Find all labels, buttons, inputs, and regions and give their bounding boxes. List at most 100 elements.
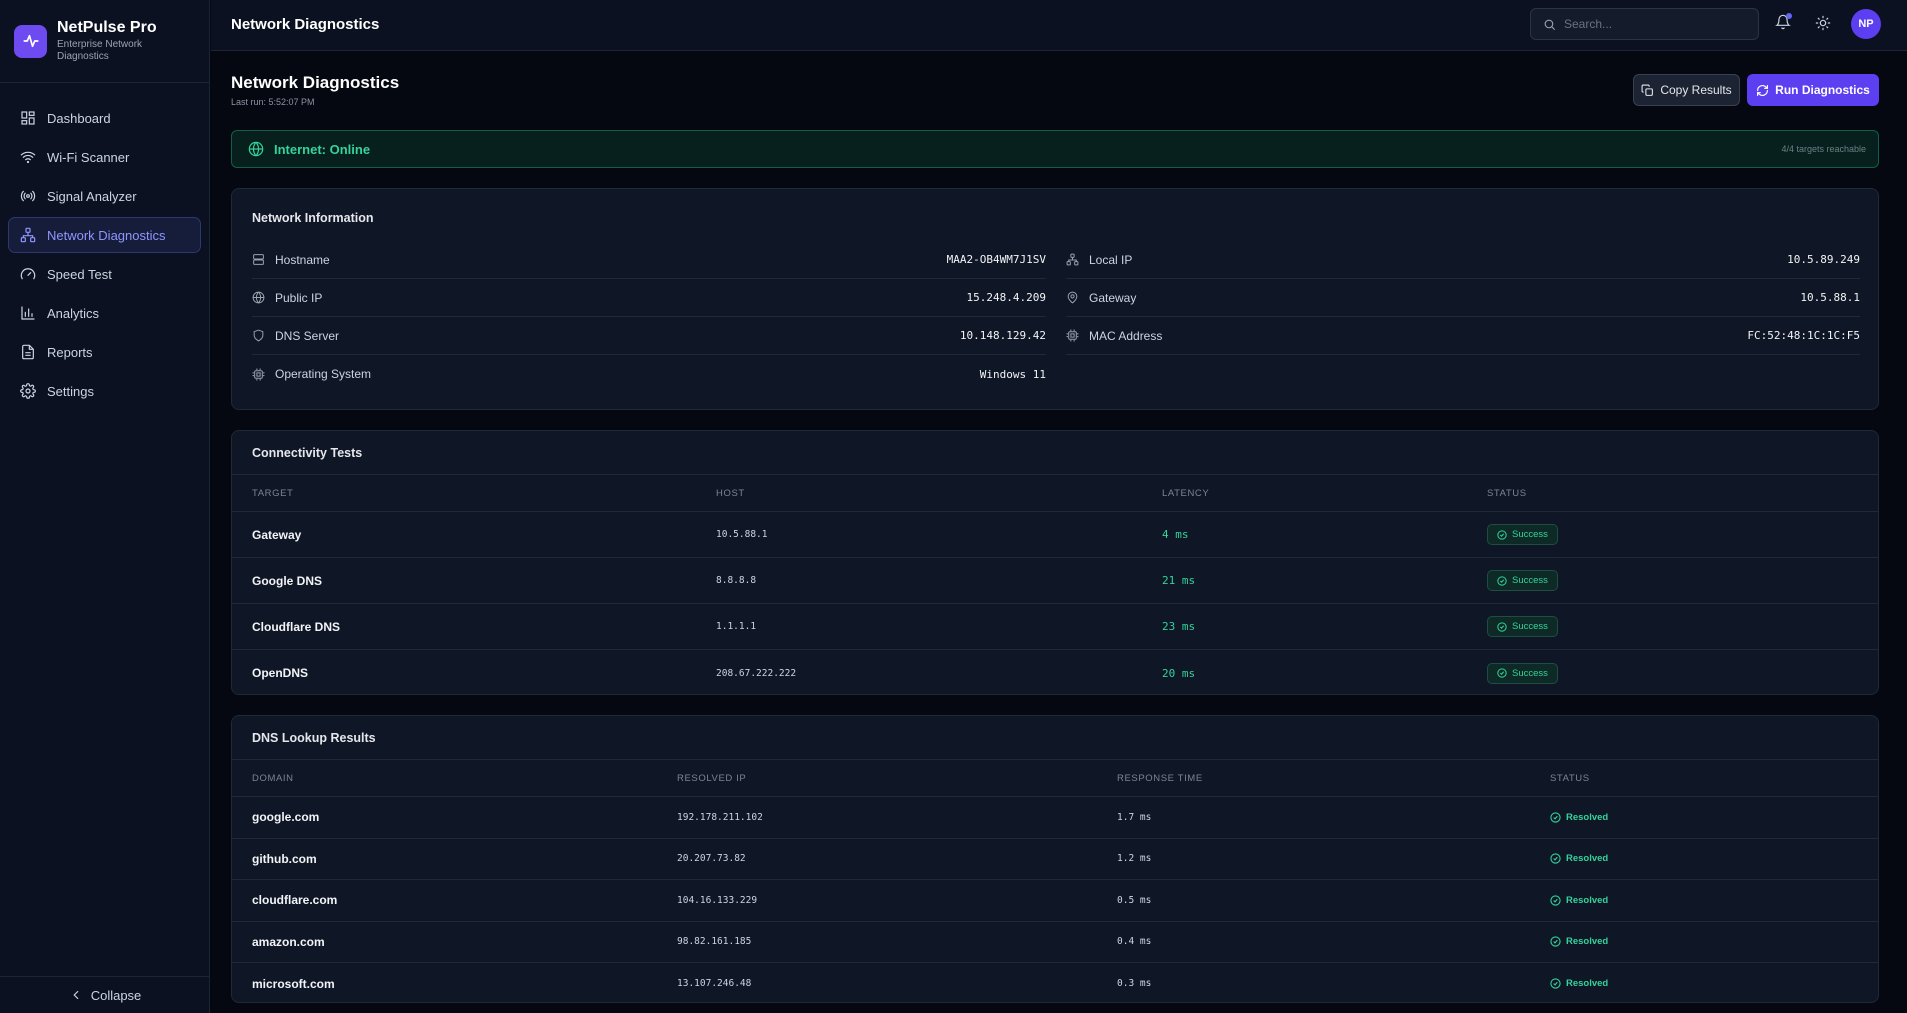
cpu-icon [252, 368, 265, 380]
sidebar-item-analytics[interactable]: Analytics [8, 295, 201, 331]
status-badge: Success [1487, 570, 1558, 591]
search-box[interactable] [1530, 8, 1759, 40]
wifi-icon [20, 151, 36, 164]
resolved-ip-cell: 192.178.211.102 [677, 811, 763, 823]
globe-icon [248, 141, 264, 157]
column-header: RESPONSE TIME [1117, 772, 1203, 784]
page-title: Network Diagnostics [231, 73, 400, 92]
avatar[interactable]: NP [1851, 9, 1881, 39]
internet-status-text: Internet: Online [274, 141, 371, 157]
sidebar-item-dashboard[interactable]: Dashboard [8, 100, 201, 136]
sidebar-item-settings[interactable]: Settings [8, 373, 201, 409]
check-circle-icon [1550, 936, 1561, 947]
copy-results-button[interactable]: Copy Results [1633, 74, 1740, 106]
status-badge: Success [1487, 616, 1558, 637]
signal-icon [20, 190, 36, 202]
target-cell: Google DNS [252, 573, 323, 588]
copy-results-label: Copy Results [1660, 83, 1732, 97]
sidebar-item-wifi-scanner[interactable]: Wi-Fi Scanner [8, 139, 201, 175]
brand: NetPulse Pro Enterprise Network Diagnost… [0, 0, 209, 83]
theme-toggle-button[interactable] [1815, 15, 1831, 36]
sidebar-item-network-diagnostics[interactable]: Network Diagnostics [8, 217, 201, 253]
network-icon [1066, 253, 1079, 266]
latency-cell: 23 ms [1162, 620, 1196, 633]
column-header: RESOLVED IP [677, 772, 747, 784]
info-row-gateway: Gateway 10.5.88.1 [1066, 279, 1860, 317]
sidebar-item-signal-analyzer[interactable]: Signal Analyzer [8, 178, 201, 214]
resolved-status: Resolved [1550, 812, 1608, 823]
sidebar-item-speed-test[interactable]: Speed Test [8, 256, 201, 292]
info-label: Gateway [1089, 290, 1137, 305]
gauge-icon [20, 268, 36, 280]
info-label: Local IP [1089, 252, 1133, 267]
host-cell: 1.1.1.1 [716, 621, 757, 632]
card-title: DNS Lookup Results [252, 730, 376, 745]
domain-cell: amazon.com [252, 934, 325, 949]
resolved-ip-cell: 13.107.246.48 [677, 978, 752, 990]
info-value: Windows 11 [979, 367, 1046, 381]
status-badge: Success [1487, 662, 1558, 684]
sidebar-item-reports[interactable]: Reports [8, 334, 201, 370]
check-circle-icon [1550, 853, 1561, 864]
target-cell: Gateway [252, 527, 302, 542]
status-text: Success [1512, 529, 1548, 540]
host-cell: 8.8.8.8 [716, 575, 757, 586]
info-value: FC:52:48:1C:1C:F5 [1747, 329, 1860, 342]
host-cell: 10.5.88.1 [716, 529, 768, 540]
latency-cell: 4 ms [1162, 528, 1189, 541]
topbar: Network Diagnostics NP [211, 0, 1907, 51]
notifications-button[interactable] [1775, 13, 1792, 35]
collapse-button[interactable]: Collapse [0, 976, 210, 1013]
column-header: DOMAIN [252, 772, 294, 784]
gear-icon [20, 383, 36, 399]
status-text: Resolved [1566, 936, 1609, 948]
info-row-local-ip: Local IP 10.5.89.249 [1066, 241, 1860, 279]
collapse-label: Collapse [90, 987, 142, 1003]
dns-lookup-card: DNS Lookup Results DOMAIN RESOLVED IP RE… [231, 715, 1879, 1003]
info-value: 10.148.129.42 [959, 329, 1046, 342]
sidebar-item-label: Speed Test [47, 266, 112, 282]
info-label: Public IP [275, 290, 323, 305]
response-time-cell: 0.3 ms [1117, 978, 1152, 990]
resolved-ip-cell: 98.82.161.185 [677, 936, 752, 948]
resolved-status: Resolved [1550, 978, 1608, 989]
domain-cell: cloudflare.com [252, 893, 338, 908]
table-row: Google DNS 8.8.8.8 21 ms Success [232, 558, 1878, 604]
host-cell: 208.67.222.222 [716, 667, 797, 679]
domain-cell: google.com [252, 810, 320, 825]
shield-icon [253, 329, 264, 342]
card-title: Network Information [252, 211, 374, 225]
run-diagnostics-button[interactable]: Run Diagnostics [1747, 74, 1879, 106]
network-information-card: Network Information Hostname MAA2-OB4WM7… [231, 188, 1879, 410]
check-circle-icon [1550, 812, 1561, 823]
resolved-ip-cell: 104.16.133.229 [677, 894, 758, 906]
status-text: Resolved [1566, 853, 1609, 865]
table-row: Cloudflare DNS 1.1.1.1 23 ms Success [232, 604, 1878, 650]
sidebar-item-label: Network Diagnostics [47, 227, 166, 243]
status-text: Success [1512, 667, 1548, 679]
network-icon [20, 227, 36, 243]
sidebar-item-label: Dashboard [47, 110, 111, 126]
targets-reachable: 4/4 targets reachable [1781, 144, 1866, 154]
status-text: Resolved [1566, 811, 1609, 823]
info-value: MAA2-OB4WM7J1SV [946, 253, 1046, 266]
sidebar-item-label: Analytics [47, 305, 100, 321]
table-row: OpenDNS 208.67.222.222 20 ms Success [232, 650, 1878, 696]
sidebar: NetPulse Pro Enterprise Network Diagnost… [0, 0, 210, 1013]
column-header: STATUS [1550, 772, 1590, 784]
refresh-icon [1757, 84, 1769, 96]
bar-chart-icon [21, 306, 35, 320]
server-icon [253, 254, 264, 265]
notification-dot [1786, 13, 1792, 19]
check-circle-icon [1550, 895, 1561, 906]
run-diagnostics-label: Run Diagnostics [1775, 83, 1870, 97]
card-title: Connectivity Tests [252, 445, 363, 460]
info-label: DNS Server [275, 328, 340, 343]
search-input[interactable] [1564, 17, 1744, 31]
latency-cell: 20 ms [1162, 666, 1196, 680]
check-circle-icon [1497, 575, 1507, 586]
sidebar-item-label: Settings [47, 383, 94, 399]
info-label: MAC Address [1089, 328, 1163, 343]
target-cell: Cloudflare DNS [252, 619, 341, 634]
sidebar-item-label: Signal Analyzer [47, 188, 137, 204]
